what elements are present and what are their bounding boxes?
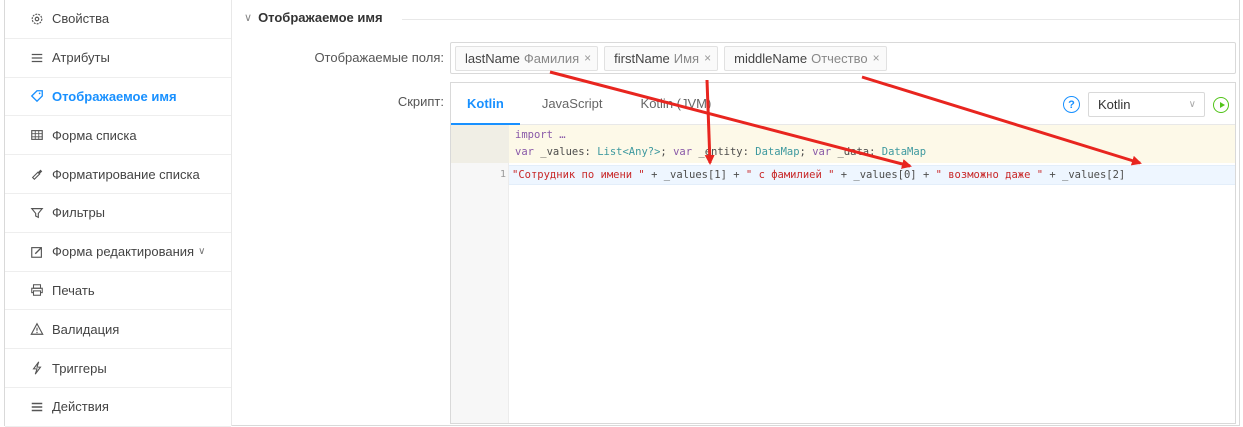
- script-editor-panel: Kotlin JavaScript Kotlin (JVM) ? Kotlin ∨ …: [450, 82, 1236, 424]
- script-label: Скрипт:: [397, 94, 444, 109]
- field-tag[interactable]: middleName Отчество ×: [724, 45, 887, 71]
- code-token: DataMap: [881, 146, 927, 158]
- code-token: var: [515, 146, 534, 158]
- close-icon[interactable]: ×: [584, 51, 591, 65]
- chevron-down-icon[interactable]: ∨: [244, 11, 252, 24]
- gutter-header: [451, 125, 509, 163]
- script-toolbar: ? Kotlin ∨: [1063, 92, 1229, 117]
- code-header-declarations: var _values: List<Any?>; var _entity: Da…: [515, 144, 926, 161]
- field-tag-name: lastName: [465, 50, 520, 66]
- sidebar-item[interactable]: Форматирование списка: [5, 155, 231, 194]
- sidebar-item-label: Форма списка: [52, 127, 137, 143]
- lightning-icon: [29, 360, 45, 376]
- filter-icon: [29, 205, 45, 221]
- sidebar-item[interactable]: Форма редактирования ∨: [5, 233, 231, 272]
- list-icon: [29, 50, 45, 66]
- format-painter-icon: [29, 166, 45, 182]
- sidebar-item[interactable]: Валидация: [5, 310, 231, 350]
- code-token: :: [584, 146, 598, 158]
- code-token: _values: [533, 146, 585, 158]
- code-token: :: [869, 146, 882, 158]
- line-number: 1: [499, 169, 506, 180]
- code-token: _data: [831, 146, 870, 158]
- code-token: + _values[0] +: [834, 169, 936, 181]
- section-header[interactable]: ∨ Отображаемое имя: [244, 10, 383, 25]
- section-divider: [402, 19, 1239, 20]
- tab-script-language[interactable]: JavaScript: [520, 83, 619, 124]
- sidebar-item-label: Действия: [52, 399, 109, 415]
- code-header-import: import …: [515, 129, 566, 141]
- language-select-value: Kotlin: [1098, 97, 1131, 112]
- code-token: "Сотрудник по имени ": [512, 169, 645, 181]
- section-title: Отображаемое имя: [258, 10, 383, 25]
- code-token: _entity: [692, 146, 743, 158]
- sidebar-item[interactable]: Действия: [5, 388, 231, 427]
- sidebar-item[interactable]: Свойства: [5, 0, 231, 39]
- warning-icon: [29, 321, 45, 337]
- sidebar-item[interactable]: Триггеры: [5, 349, 231, 388]
- code-token: DataMap: [755, 146, 800, 158]
- sidebar-item-label: Отображаемое имя: [52, 88, 177, 104]
- code-token: var: [812, 146, 832, 158]
- code-token: ;: [799, 146, 813, 158]
- printer-icon: [29, 282, 45, 298]
- sidebar-item-label: Атрибуты: [52, 50, 110, 66]
- field-tag-name: middleName: [734, 50, 808, 66]
- field-tag-caption: Отчество: [811, 50, 868, 66]
- gear-icon: [29, 11, 45, 27]
- sidebar-item-label: Свойства: [52, 11, 110, 27]
- sidebar-item[interactable]: Форма списка: [5, 116, 231, 156]
- code-token: var: [673, 146, 693, 158]
- field-tag-name: firstName: [614, 50, 670, 66]
- code-token: :: [742, 146, 756, 158]
- table-icon: [29, 127, 45, 143]
- field-tag[interactable]: firstName Имя ×: [604, 45, 719, 71]
- code-line[interactable]: "Сотрудник по имени " + _values[1] + " с…: [512, 167, 1125, 184]
- field-tag-caption: Фамилия: [523, 50, 580, 66]
- sidebar-item-label: Фильтры: [52, 205, 106, 221]
- close-icon[interactable]: ×: [704, 51, 711, 65]
- code-token: " с фамилией ": [745, 169, 835, 181]
- sidebar-item-label: Триггеры: [52, 360, 107, 376]
- tab-script-language[interactable]: Kotlin: [451, 83, 520, 125]
- language-select[interactable]: Kotlin ∨: [1088, 92, 1205, 117]
- main-panel: ∨ Отображаемое имя Отображаемые поля: la…: [232, 0, 1239, 426]
- run-icon[interactable]: [1213, 96, 1229, 113]
- sidebar-item[interactable]: Атрибуты: [5, 39, 231, 78]
- code-token: + _values[2]: [1043, 169, 1126, 181]
- code-token: " возможно даже ": [935, 169, 1044, 181]
- menu-icon: [29, 399, 45, 415]
- edit-form-icon: [29, 244, 45, 260]
- chevron-down-icon: ∨: [198, 246, 206, 258]
- sidebar-item[interactable]: Фильтры: [5, 194, 231, 233]
- chevron-down-icon: ∨: [1188, 99, 1196, 110]
- tab-script-language[interactable]: Kotlin (JVM): [619, 83, 728, 124]
- field-tag[interactable]: lastName Фамилия ×: [455, 45, 599, 71]
- code-token: + _values[1] +: [644, 169, 746, 181]
- sidebar: Свойства Атрибуты Отображаемое имя Форма сп…: [5, 0, 232, 427]
- display-fields-input[interactable]: lastName Фамилия × firstName Имя × middleName О…: [450, 42, 1236, 74]
- tag-icon: [29, 88, 45, 104]
- sidebar-item-label: Валидация: [52, 321, 120, 337]
- sidebar-item-label: Форма редактирования: [52, 244, 195, 260]
- sidebar-item-label: Форматирование списка: [52, 166, 200, 182]
- code-editor[interactable]: import … var _values: List<Any?>; var _e…: [451, 125, 1235, 423]
- close-icon[interactable]: ×: [873, 51, 880, 65]
- sidebar-item-label: Печать: [52, 282, 95, 298]
- field-tag-caption: Имя: [673, 50, 700, 66]
- help-icon[interactable]: ?: [1063, 96, 1080, 113]
- sidebar-item[interactable]: Печать: [5, 272, 231, 311]
- sidebar-item[interactable]: Отображаемое имя: [5, 78, 231, 117]
- fields-label: Отображаемые поля:: [314, 50, 444, 65]
- code-token: List<Any?>: [597, 146, 661, 158]
- code-token: ;: [660, 146, 674, 158]
